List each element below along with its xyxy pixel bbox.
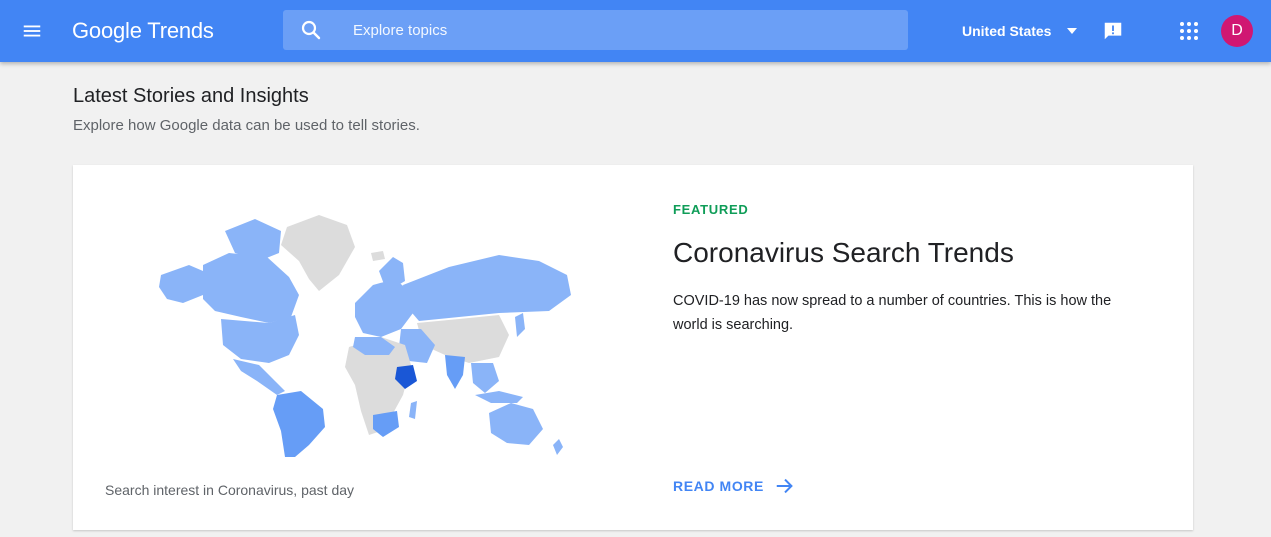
map-region-central-america <box>233 359 285 395</box>
top-app-bar: Google Trends United States D <box>0 0 1271 62</box>
feedback-icon <box>1104 22 1122 40</box>
account-avatar[interactable]: D <box>1221 15 1253 47</box>
map-region-southeast-asia <box>471 363 499 393</box>
logo-product: Trends <box>147 18 214 43</box>
map-caption: Search interest in Coronavirus, past day <box>105 482 355 498</box>
map-region-usa <box>221 315 299 363</box>
story-title[interactable]: Coronavirus Search Trends <box>673 237 1014 269</box>
arrow-right-icon <box>776 478 793 494</box>
map-region-india <box>445 355 465 389</box>
region-dropdown[interactable]: United States <box>962 18 1079 44</box>
map-region-australia <box>489 403 543 445</box>
feedback-button[interactable] <box>1097 15 1129 47</box>
map-region-new-zealand <box>553 439 563 455</box>
world-map-illustration[interactable] <box>159 195 579 457</box>
featured-story-card[interactable]: Search interest in Coronavirus, past day… <box>73 165 1193 530</box>
logo-brand: Google <box>72 18 142 43</box>
map-region-indonesia <box>475 391 523 403</box>
google-apps-button[interactable] <box>1173 15 1205 47</box>
map-region-canada <box>203 253 299 323</box>
map-region-alaska <box>159 265 203 303</box>
map-region-south-america <box>273 391 325 457</box>
map-region-madagascar <box>409 401 417 419</box>
map-region-central-asia <box>417 315 509 363</box>
featured-label: FEATURED <box>673 202 749 217</box>
google-trends-logo[interactable]: Google Trends <box>72 17 214 45</box>
read-more-link[interactable]: READ MORE <box>673 475 796 497</box>
map-region-japan <box>515 313 525 337</box>
section-title: Latest Stories and Insights <box>73 85 309 107</box>
region-label: United States <box>962 23 1052 39</box>
hamburger-menu-icon <box>23 25 41 37</box>
search-icon <box>301 20 321 40</box>
map-region-southern-africa <box>373 411 399 437</box>
map-region-greenland <box>281 215 355 291</box>
caret-down-icon <box>1067 28 1078 34</box>
story-description: COVID-19 has now spread to a number of c… <box>673 293 1112 333</box>
read-more-label: READ MORE <box>673 478 764 494</box>
apps-grid-icon <box>1180 22 1198 40</box>
search-bar[interactable] <box>283 10 908 50</box>
map-region-russia <box>403 255 571 321</box>
map-region-iceland <box>371 251 385 261</box>
section-subtitle: Explore how Google data can be used to t… <box>73 117 420 134</box>
main-menu-button[interactable] <box>14 13 50 49</box>
search-input[interactable] <box>353 10 893 50</box>
